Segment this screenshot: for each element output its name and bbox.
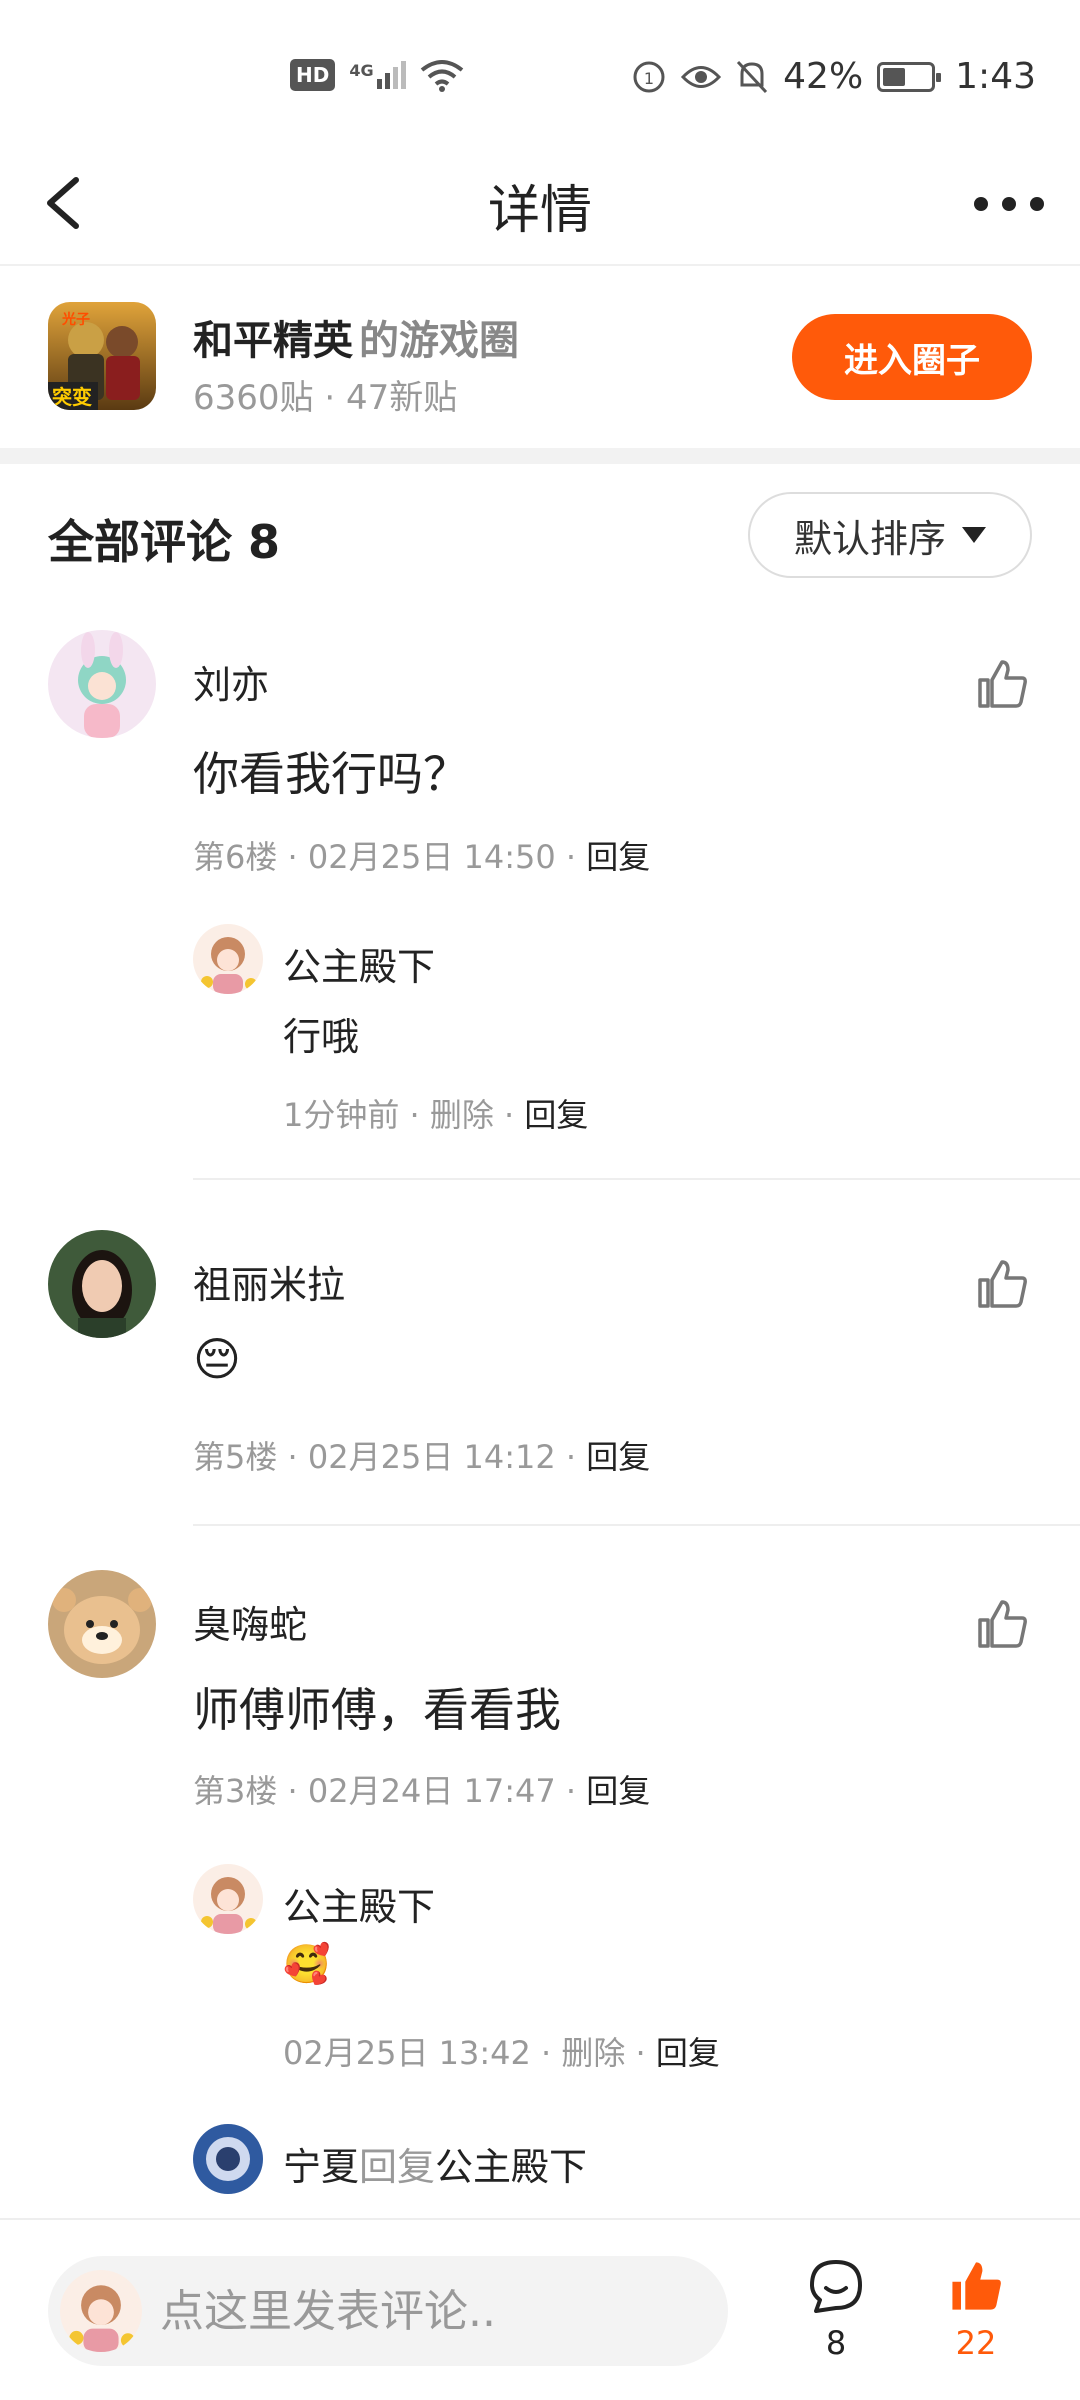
status-bar: HD 4G 1 42% 1:43 (0, 0, 1080, 140)
signal-icon: 4G (349, 61, 406, 89)
more-icon[interactable] (974, 184, 1044, 224)
comment-author[interactable]: 祖丽米拉 (193, 1254, 345, 1309)
more-dot (1002, 197, 1016, 211)
avatar[interactable] (48, 630, 156, 738)
comment-author[interactable]: 臭嗨蛇 (193, 1594, 307, 1649)
network-type: 4G (349, 61, 374, 80)
reply-meta: 1分钟前 · 删除 · 回复 (283, 1090, 588, 1136)
sort-label: 默认排序 (793, 516, 946, 561)
reply-avatar[interactable] (193, 1864, 263, 1934)
reply-link[interactable]: 回复 (586, 1772, 650, 1810)
reply-avatar[interactable] (193, 924, 263, 994)
comment-floor-time: 第3楼 · 02月24日 17:47 · (193, 1772, 587, 1810)
more-dot (1030, 197, 1044, 211)
reply-time-actions: 1分钟前 · 删除 · (283, 1096, 525, 1134)
wifi-icon (420, 60, 463, 92)
reply-text: 行哦 (283, 1015, 360, 1059)
circle-suffix: 的游戏圈 (359, 318, 519, 364)
thumbs-up-icon[interactable] (974, 1256, 1030, 1312)
game-circle-card[interactable]: 突变 光子 和平精英 的游戏圈 6360贴 · 47新贴 进入圈子 (0, 268, 1080, 448)
reply-word: 回复 (359, 2145, 436, 2189)
comment-meta: 第3楼 · 02月24日 17:47 · 回复 (193, 1766, 650, 1812)
reply-author[interactable]: 宁夏 (283, 2145, 359, 2189)
avatar[interactable] (48, 1570, 156, 1678)
reply-link[interactable]: 回复 (586, 838, 650, 876)
reply-author[interactable]: 公主殿下 (283, 936, 435, 991)
comments-header: 全部评论 8 默认排序 (0, 464, 1080, 610)
more-dot (974, 197, 988, 211)
bottom-bar: 8 22 (0, 2218, 1080, 2400)
my-avatar (60, 2270, 142, 2352)
thumbs-up-icon[interactable] (974, 656, 1030, 712)
reply-author-line: 宁夏回复公主殿下 (283, 2136, 587, 2191)
hd-badge: HD (290, 59, 336, 91)
comments-count-title: 全部评论 8 (48, 515, 281, 569)
comment-floor-time: 第5楼 · 02月25日 14:12 · (193, 1438, 587, 1476)
eye-icon (681, 65, 722, 88)
section-divider (0, 448, 1080, 464)
comment-text: 师傅师傅，看看我 (193, 1683, 561, 1737)
comment-item: 臭嗨蛇 师傅师傅，看看我 第3楼 · 02月24日 17:47 · 回复 公主殿… (0, 1550, 1080, 2218)
status-left: HD 4G (290, 58, 464, 92)
like-action[interactable]: 22 (926, 2256, 1026, 2376)
battery-percent: 42% (783, 56, 864, 97)
comment-text: 你看我行吗？ (193, 747, 469, 801)
game-icon-caption: 突变 (52, 385, 92, 409)
game-icon-tag: 光子 (61, 311, 90, 328)
data-saver-icon: 1 (633, 61, 665, 92)
sort-dropdown[interactable]: 默认排序 (748, 492, 1032, 578)
thumbs-up-filled-icon (952, 2262, 1001, 2310)
comment-author[interactable]: 刘亦 (193, 654, 269, 709)
reply-link[interactable]: 回复 (656, 2034, 720, 2072)
comment-input[interactable] (160, 2285, 700, 2337)
reply-link[interactable]: 回复 (524, 1096, 588, 1134)
page-title: 详情 (487, 181, 592, 241)
clock: 1:43 (955, 56, 1036, 97)
mute-bell-icon (737, 60, 768, 93)
comment-bubble-icon (810, 2260, 862, 2313)
comments-action[interactable]: 8 (786, 2256, 886, 2376)
reply-avatar[interactable] (193, 2124, 263, 2194)
thumbs-up-icon[interactable] (974, 1596, 1030, 1652)
triangle-down-icon (962, 527, 986, 543)
nav-bar: 详情 (0, 140, 1080, 266)
comment-item: 祖丽米拉 😔 第5楼 · 02月25日 14:12 · 回复 (0, 1210, 1080, 1530)
reply-link[interactable]: 回复 (586, 1438, 650, 1476)
comment-meta: 第5楼 · 02月25日 14:12 · 回复 (193, 1432, 650, 1478)
reply-meta: 02月25日 13:42 · 删除 · 回复 (283, 2028, 720, 2074)
comment-meta: 第6楼 · 02月25日 14:50 · 回复 (193, 832, 650, 878)
circle-stats: 6360贴 · 47新贴 (193, 378, 458, 418)
avatar[interactable] (48, 1230, 156, 1338)
join-circle-button[interactable]: 进入圈子 (792, 314, 1032, 400)
comment-divider (193, 1178, 1080, 1180)
comment-count: 8 (825, 2324, 847, 2362)
comment-floor-time: 第6楼 · 02月25日 14:50 · (193, 838, 587, 876)
comment-divider (193, 1524, 1080, 1526)
battery-icon (877, 61, 942, 92)
reply-text: 🥰 (283, 1942, 331, 1986)
reply-time-actions: 02月25日 13:42 · 删除 · (283, 2034, 656, 2072)
status-right: 1 42% 1:43 (631, 56, 1036, 97)
comment-input-pill[interactable] (48, 2256, 728, 2366)
like-count: 22 (955, 2324, 997, 2362)
comment-item: 刘亦 你看我行吗？ 第6楼 · 02月25日 14:50 · 回复 公主殿下 行… (0, 610, 1080, 1180)
circle-title: 和平精英 的游戏圈 (193, 308, 519, 366)
svg-text:1: 1 (644, 69, 654, 88)
circle-game-name: 和平精英 (193, 318, 353, 364)
game-icon: 突变 光子 (48, 302, 156, 410)
reply-author[interactable]: 公主殿下 (283, 1876, 435, 1931)
comment-text: 😔 (193, 1332, 241, 1386)
reply-target[interactable]: 公主殿下 (435, 2145, 587, 2189)
